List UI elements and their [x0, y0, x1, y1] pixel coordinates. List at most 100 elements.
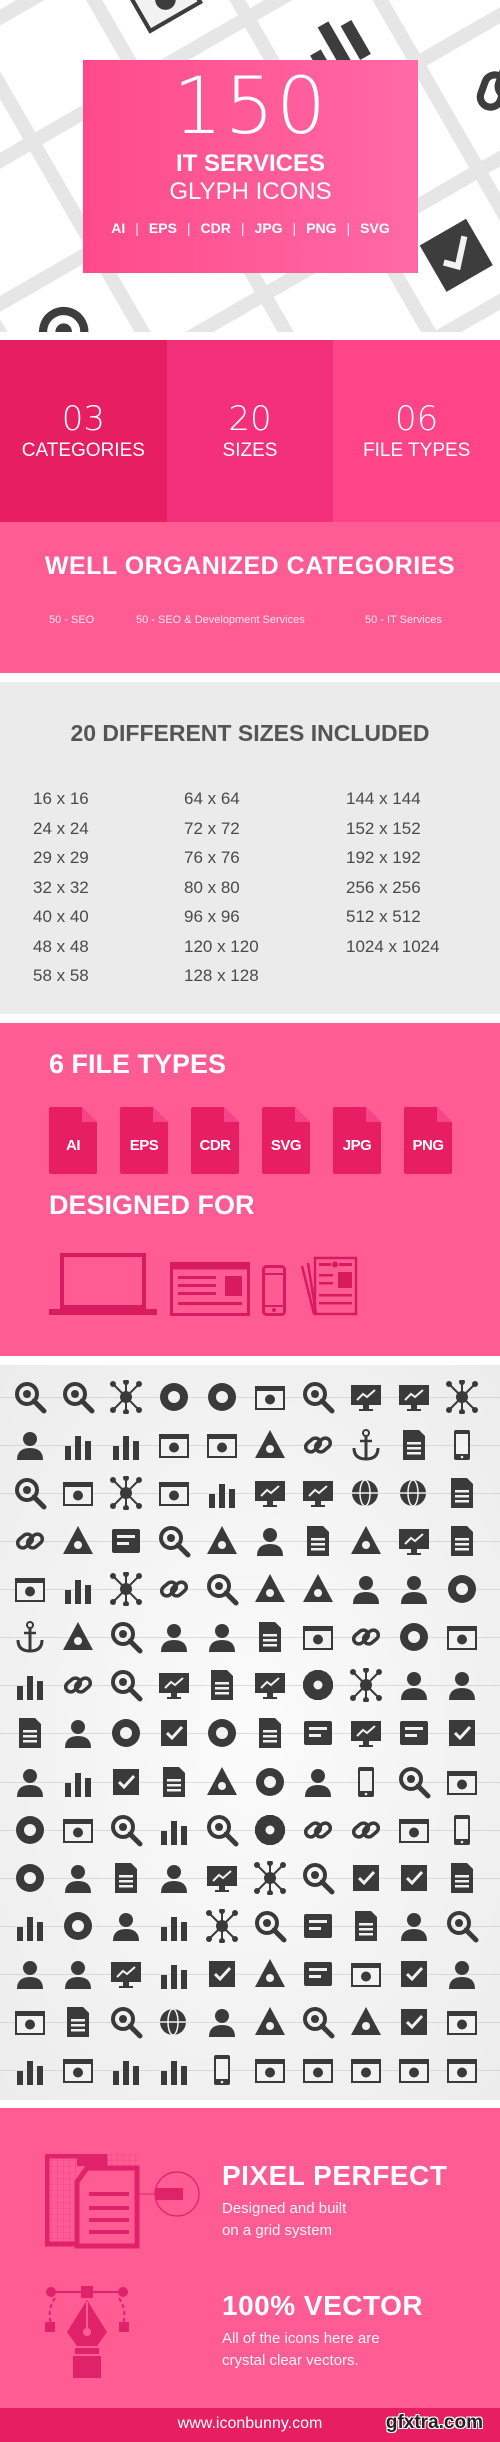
format-label: AI: [111, 220, 126, 236]
size-item: 58 x 58: [33, 966, 89, 985]
size-item: 80 x 80: [184, 877, 240, 897]
web-trophy-icon: [445, 2005, 479, 2039]
sizes-title: 20 DIFFERENT SIZES INCLUDED: [70, 720, 430, 746]
bug-search-icon: [13, 1380, 47, 1414]
file-type-icon: PNG: [404, 1107, 452, 1174]
file-type-label: AI: [66, 1137, 81, 1154]
mobile-location-icon: [349, 1765, 383, 1799]
feature-title: 100% VECTOR: [222, 2290, 424, 2321]
group-circle-icon: [397, 1572, 431, 1606]
vector-pen-icon: [45, 2286, 129, 2378]
file-type-icon: EPS: [120, 1107, 168, 1174]
size-item: 24 x 24: [33, 818, 89, 838]
monitor-settings-icon: [397, 1380, 431, 1414]
size-item: 48 x 48: [33, 936, 89, 956]
mobile-analytics-icon: [205, 1476, 239, 1510]
size-item: 128 x 128: [184, 966, 259, 985]
size-item: 16 x 16: [33, 789, 89, 808]
cloud-team-icon: [157, 1620, 191, 1654]
team-leader-icon: [109, 1909, 143, 1943]
user-message-icon: [61, 1861, 95, 1895]
hub-analytics-icon: [109, 1428, 143, 1462]
stats-bar: 03 CATEGORIES 20 SIZES 06 FILE TYPES: [0, 340, 500, 522]
format-label: PNG: [306, 220, 337, 236]
feature-description: All of the icons here are crystal clear …: [222, 2328, 462, 2372]
file-type-label: JPG: [342, 1137, 372, 1154]
tablet-text-icon: [445, 1428, 479, 1462]
format-separator: |: [292, 220, 297, 236]
connection-window-icon: [124, 0, 204, 34]
file-type-icon: JPG: [333, 1107, 381, 1174]
globe-target-icon: [157, 2005, 191, 2039]
seo-network-icon: [109, 1572, 143, 1607]
seo-tag-search-icon: [109, 1620, 143, 1654]
triangle-nodes-icon: [205, 1908, 239, 1943]
designed-for-title: DESIGNED FOR: [49, 1190, 255, 1220]
size-item: 76 x 76: [184, 848, 240, 867]
article-icon: [205, 1668, 239, 1702]
monitor-edit-icon: [349, 1380, 383, 1414]
sizes-column: 64 x 64 72 x 72 76 x 76 80 x 80 96 x 96 120 x…: [184, 784, 259, 991]
window-code-icon: [61, 1813, 95, 1847]
bar-chart-icon: [109, 2053, 143, 2087]
anchor-icon: [349, 1428, 383, 1462]
gear-gem-icon: [301, 1668, 335, 1702]
stat-label: CATEGORIES: [21, 440, 145, 461]
hero-title: IT SERVICES: [176, 150, 325, 177]
feature-description: Designed and built on a grid system: [222, 2198, 462, 2242]
size-item: 72 x 72: [184, 818, 240, 838]
refresh-icon: [157, 1716, 191, 1750]
size-item: 192 x 192: [346, 848, 421, 867]
category-item: 50 - IT Services: [365, 614, 442, 626]
video-analytics-icon: [157, 1909, 191, 1943]
documents-call-icon: [61, 2005, 95, 2039]
window-gear-icon: [13, 1572, 47, 1606]
window-settings-icon: [253, 2053, 287, 2087]
payment-cards-icon: [205, 1380, 239, 1414]
user-repair-icon: [445, 1957, 479, 1991]
briefcase-icon: [349, 1524, 383, 1558]
stat-value: 06: [395, 399, 439, 439]
feature-line: Designed and built: [222, 2200, 347, 2217]
window-list-icon: [157, 1428, 191, 1462]
time-cycle-icon: [253, 2005, 287, 2039]
file-type-icon: CDR: [191, 1107, 239, 1174]
window-chat-icon: [301, 2053, 335, 2087]
shield-icon: [397, 1716, 431, 1750]
stat-categories: 03 CATEGORIES: [0, 340, 167, 522]
gift-box-icon: [253, 1572, 287, 1606]
web-upload-icon: [349, 1957, 383, 1991]
monitor-lock-icon: [253, 1668, 287, 1702]
team-support-icon: [61, 1957, 95, 1991]
link-dollar-icon: [349, 1813, 383, 1847]
format-separator: |: [135, 220, 139, 236]
settings-search-icon: [445, 1909, 479, 1943]
size-item: 152 x 152: [346, 818, 421, 838]
multi-device-icon: [301, 1572, 335, 1606]
file-types-section: 6 FILE TYPES AI EPS CDR SVG JPG PNG DESIGNED …: [0, 1023, 500, 1356]
file-type-label: CDR: [199, 1137, 232, 1154]
sizes-section: 20 DIFFERENT SIZES INCLUDED 16 x 16 24 x …: [0, 682, 500, 1014]
file-wrench-icon: [253, 1716, 287, 1750]
tablet-touch-icon: [205, 2053, 239, 2087]
chain-icon: [61, 1668, 95, 1702]
cart-idea-icon: [445, 1572, 479, 1606]
web-search-list-icon: [253, 1909, 287, 1943]
calculator-icon: [61, 1620, 95, 1654]
file-type-label: PNG: [412, 1137, 444, 1154]
pie-chart-icon: [61, 1765, 95, 1799]
sizes-column: 144 x 144 152 x 152 192 x 192 256 x 256 512 …: [346, 784, 440, 961]
format-label: JPG: [254, 220, 283, 236]
stat-sizes: 20 SIZES: [166, 340, 334, 522]
team-target-icon: [13, 1428, 47, 1462]
stat-label: SIZES: [222, 440, 278, 461]
globe-magnifier-icon: [109, 2005, 143, 2039]
globe-scan-icon: [349, 1476, 383, 1510]
hero-subtitle: GLYPH ICONS: [169, 178, 332, 205]
strategy-path-icon: [397, 1957, 431, 1991]
monitor-code-icon: [397, 1524, 431, 1558]
contact-book-icon: [301, 1524, 335, 1558]
support-gear-icon: [205, 1620, 239, 1654]
file-approved-icon: [13, 1716, 47, 1750]
feature-line: All of the icons here are: [222, 2330, 380, 2347]
